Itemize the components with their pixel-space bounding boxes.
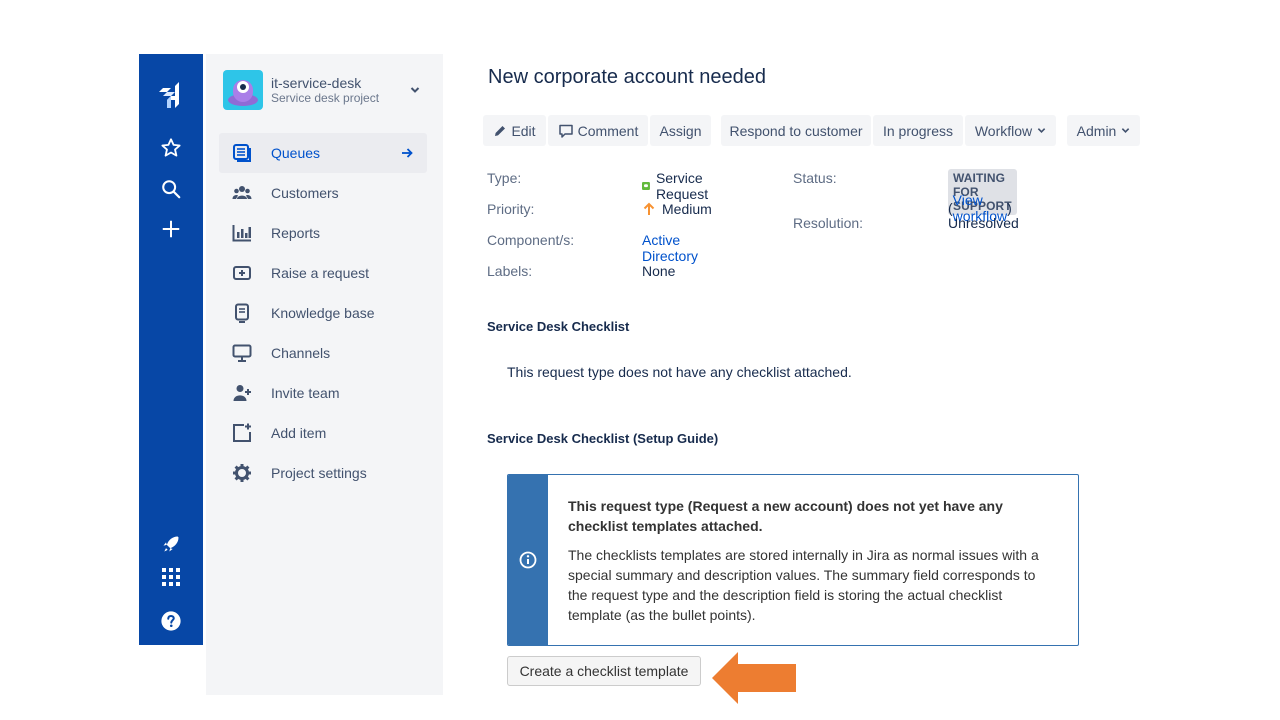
workflow-label: Workflow — [974, 122, 1033, 139]
respond-label: Respond to customer — [729, 122, 863, 139]
chevron-down-icon — [1037, 128, 1046, 133]
type-label: Type: — [487, 170, 522, 186]
sidebar-item-add-item[interactable]: Add item — [219, 413, 427, 453]
chevron-down-icon — [1122, 128, 1130, 133]
sidebar-item-label: Raise a request — [271, 265, 370, 281]
create-plus-icon[interactable] — [139, 218, 203, 240]
info-bar — [508, 475, 548, 645]
customers-icon — [230, 181, 254, 205]
invite-team-icon — [230, 381, 254, 405]
in-progress-label: In progress — [882, 122, 954, 139]
sidebar-item-queues[interactable]: Queues — [219, 133, 427, 173]
priority-value: Medium — [642, 201, 712, 217]
app-switcher-icon[interactable] — [139, 568, 203, 586]
priority-label: Priority: — [487, 201, 535, 217]
assign-label: Assign — [659, 122, 702, 139]
project-name: it-service-desk — [271, 75, 362, 91]
project-avatar — [223, 70, 263, 110]
labels-label: Labels: — [487, 263, 533, 279]
resolution-label: Resolution: — [793, 215, 864, 231]
info-icon — [519, 551, 537, 569]
rocket-icon[interactable] — [139, 534, 203, 554]
info-message: This request type (Request a new account… — [507, 474, 1079, 646]
service-request-icon — [642, 182, 650, 190]
star-icon[interactable] — [139, 137, 203, 159]
priority-text: Medium — [662, 201, 712, 217]
assign-button[interactable]: Assign — [650, 115, 711, 146]
info-body: The checklists templates are stored inte… — [568, 547, 1039, 623]
labels-value: None — [642, 263, 676, 279]
setup-guide-title: Service Desk Checklist (Setup Guide) — [487, 431, 719, 446]
project-header[interactable]: it-service-desk Service desk project — [223, 70, 423, 110]
workflow-button[interactable]: Workflow — [965, 115, 1056, 146]
comment-icon — [558, 124, 573, 138]
queues-icon — [230, 141, 254, 165]
create-checklist-template-button[interactable]: Create a checklist template — [507, 656, 701, 686]
annotation-arrow-icon — [710, 652, 798, 709]
type-text: Service Request — [655, 170, 709, 202]
pencil-icon — [495, 125, 506, 136]
component-label: Component/s: — [487, 232, 575, 248]
paren-close: ) — [1007, 200, 1012, 216]
channels-icon — [230, 341, 254, 365]
jira-logo-icon[interactable] — [139, 82, 203, 110]
arrow-up-icon — [643, 202, 655, 215]
in-progress-button[interactable]: In progress — [873, 115, 963, 146]
type-value: Service Request — [642, 170, 714, 202]
component-link[interactable]: Active Directory — [642, 232, 698, 264]
sidebar-item-channels[interactable]: Channels — [219, 333, 427, 373]
issue-title: New corporate account needed — [488, 66, 766, 88]
checklist-section-title: Service Desk Checklist — [487, 319, 630, 334]
project-sidebar: it-service-desk Service desk project Que… — [206, 54, 443, 695]
arrow-right-icon — [399, 145, 415, 161]
sidebar-item-knowledge-base[interactable]: Knowledge base — [219, 293, 427, 333]
gear-icon — [230, 461, 254, 485]
sidebar-item-raise-request[interactable]: Raise a request — [219, 253, 427, 293]
raise-request-icon — [230, 261, 254, 285]
comment-button[interactable]: Comment — [548, 115, 648, 146]
sidebar-item-label: Reports — [271, 225, 321, 241]
admin-label: Admin — [1076, 122, 1117, 139]
sidebar-item-customers[interactable]: Customers — [219, 173, 427, 213]
admin-button[interactable]: Admin — [1067, 115, 1140, 146]
sidebar-item-reports[interactable]: Reports — [219, 213, 427, 253]
add-item-icon — [230, 421, 254, 445]
sidebar-item-label: Invite team — [271, 385, 340, 401]
sidebar-item-label: Channels — [271, 345, 331, 361]
edit-label: Edit — [511, 122, 536, 139]
sidebar-item-label: Queues — [271, 145, 321, 161]
project-type: Service desk project — [271, 91, 380, 105]
search-icon[interactable] — [139, 178, 203, 200]
sidebar-item-project-settings[interactable]: Project settings — [219, 453, 427, 493]
chevron-down-icon[interactable] — [407, 82, 423, 98]
global-navigation — [139, 54, 203, 645]
sidebar-item-label: Add item — [271, 425, 327, 441]
status-label: Status: — [793, 170, 837, 186]
knowledge-base-icon — [230, 301, 254, 325]
sidebar-item-label: Project settings — [271, 465, 367, 481]
sidebar-nav: Queues Customers Reports Raise a request — [219, 133, 427, 493]
info-title: This request type (Request a new account… — [568, 498, 1003, 534]
comment-label: Comment — [577, 122, 639, 139]
sidebar-item-invite-team[interactable]: Invite team — [219, 373, 427, 413]
reports-icon — [230, 221, 254, 245]
sidebar-item-label: Customers — [271, 185, 339, 201]
checklist-empty-text: This request type does not have any chec… — [507, 364, 852, 380]
sidebar-item-label: Knowledge base — [271, 305, 375, 321]
edit-button[interactable]: Edit — [483, 115, 546, 146]
resolution-value: Unresolved — [948, 215, 1019, 231]
help-icon[interactable] — [139, 610, 203, 632]
respond-to-customer-button[interactable]: Respond to customer — [721, 115, 871, 146]
